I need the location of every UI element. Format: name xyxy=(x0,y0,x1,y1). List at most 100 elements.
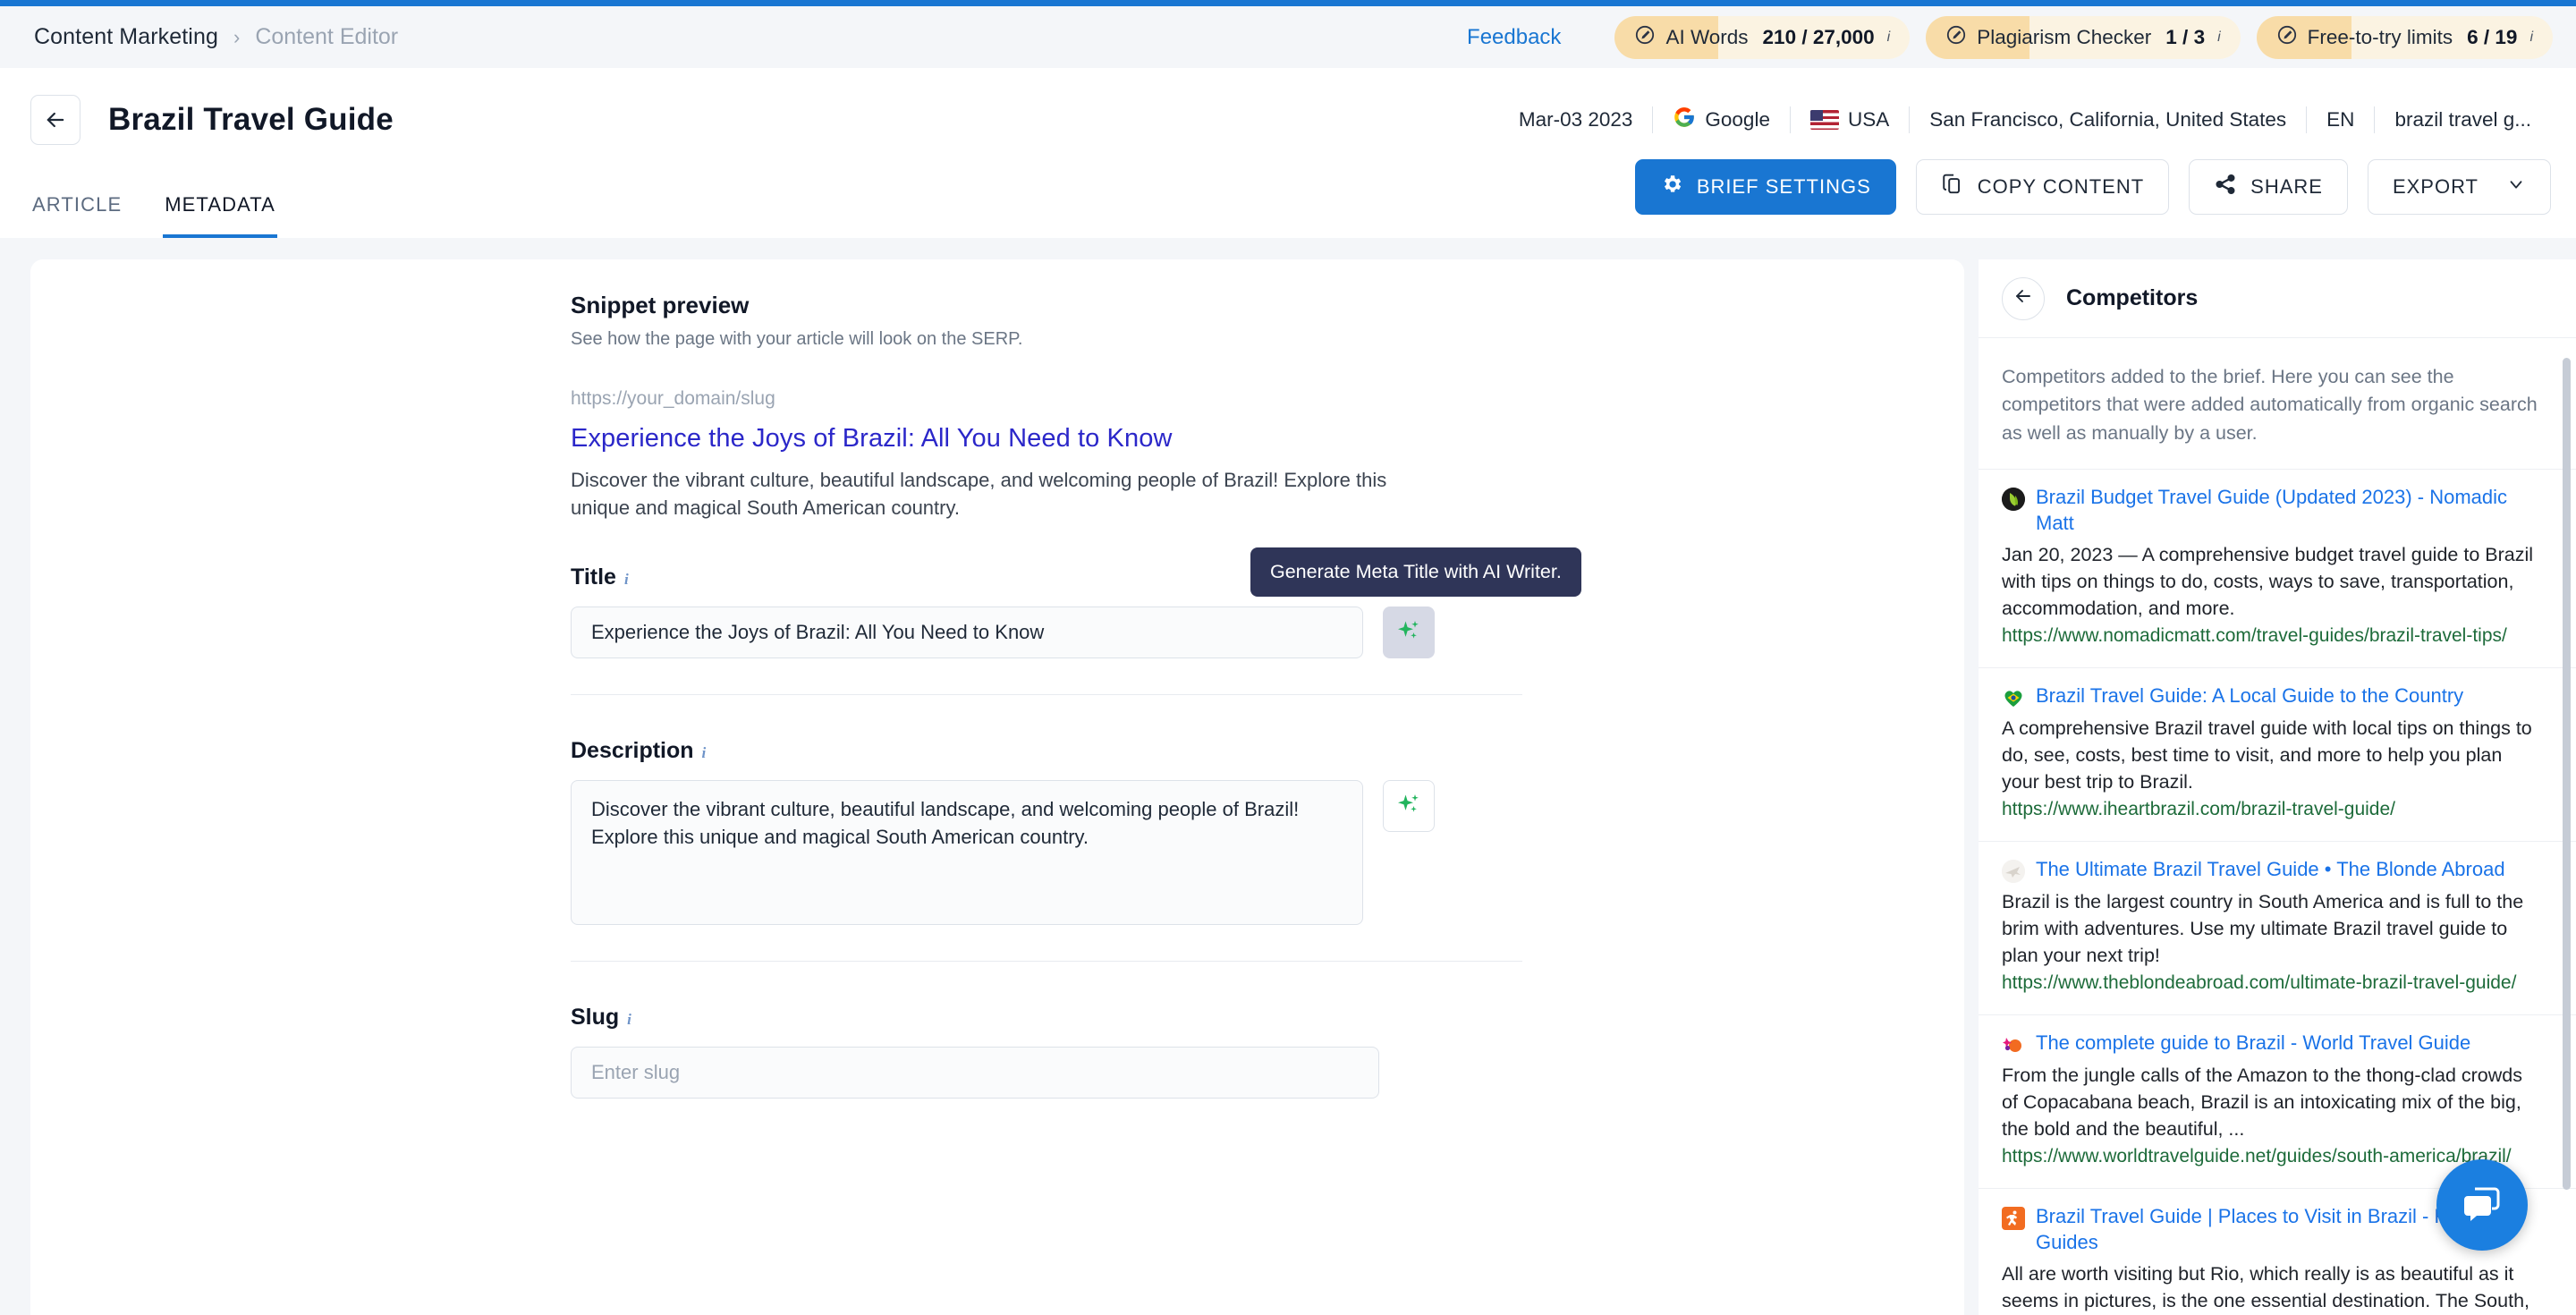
info-icon[interactable]: i xyxy=(2529,30,2533,46)
competitors-intro-text: Competitors added to the brief. Here you… xyxy=(2002,366,2538,444)
info-icon[interactable]: i xyxy=(627,1011,631,1029)
title-input[interactable] xyxy=(571,607,1363,659)
topbar-right-group: Feedback AI Words 210 / 27,000 i Plagiar… xyxy=(1467,15,2553,59)
ai-words-icon xyxy=(1634,24,1656,50)
tab-metadata[interactable]: METADATA xyxy=(163,193,277,238)
limit-badge-ai-words[interactable]: AI Words 210 / 27,000 i xyxy=(1614,15,1911,59)
meta-language[interactable]: EN xyxy=(2307,108,2374,132)
description-field-group: Description i xyxy=(571,738,1537,963)
share-icon xyxy=(2214,173,2237,201)
snippet-preview-section: Snippet preview See how the page with yo… xyxy=(571,292,1537,522)
info-icon[interactable]: i xyxy=(624,571,629,589)
gear-icon xyxy=(1660,173,1683,201)
share-label: SHARE xyxy=(2250,175,2323,198)
free-limits-icon xyxy=(2276,24,2298,50)
slug-label-text: Slug xyxy=(571,1005,620,1031)
header-tabs-row: ARTICLE METADATA BRIEF SETTINGS COPY CON… xyxy=(0,154,2576,238)
competitors-back-button[interactable] xyxy=(2002,276,2045,320)
nomadicmatt-favicon xyxy=(2002,488,2025,512)
usa-flag-icon xyxy=(1809,110,1839,130)
meta-country[interactable]: USA xyxy=(1791,108,1909,132)
description-textarea[interactable] xyxy=(571,780,1363,926)
info-icon[interactable]: i xyxy=(1887,30,1891,46)
generate-title-ai-button[interactable] xyxy=(1383,607,1435,659)
snippet-preview-url: https://your_domain/slug xyxy=(571,388,775,409)
info-icon[interactable]: i xyxy=(2217,30,2221,46)
breadcrumb-current: Content Editor xyxy=(255,24,399,49)
copy-icon xyxy=(1941,173,1964,201)
competitor-snippet: A comprehensive Brazil travel guide with… xyxy=(2002,717,2532,793)
share-button[interactable]: SHARE xyxy=(2189,159,2348,215)
roughguides-favicon xyxy=(2002,1206,2025,1230)
competitor-list-item[interactable]: The Ultimate Brazil Travel Guide • The B… xyxy=(1979,840,2576,1014)
sparkles-icon xyxy=(1394,616,1423,649)
arrow-left-icon xyxy=(43,107,68,132)
competitors-panel: Competitors Competitors added to the bri… xyxy=(1979,259,2576,1315)
competitors-scrollbar[interactable] xyxy=(2563,358,2571,1190)
snippet-preview-subheading: See how the page with your article will … xyxy=(571,329,1023,349)
export-label: EXPORT xyxy=(2392,175,2479,198)
competitors-panel-header: Competitors xyxy=(1979,259,2576,338)
meta-keyword[interactable]: brazil travel g... xyxy=(2375,108,2551,132)
breadcrumb-bar: Content Marketing › Content Editor Feedb… xyxy=(0,6,2576,68)
feedback-link[interactable]: Feedback xyxy=(1467,25,1561,50)
competitor-url[interactable]: https://www.theblondeabroad.com/ultimate… xyxy=(2002,971,2537,997)
competitor-snippet: Brazil is the largest country in South A… xyxy=(2002,890,2524,967)
competitor-list-item[interactable]: Brazil Travel Guide: A Local Guide to th… xyxy=(1979,667,2576,841)
limit-value: 6 / 19 xyxy=(2467,25,2518,48)
limit-value: 1 / 3 xyxy=(2165,25,2206,48)
sparkles-icon xyxy=(1394,790,1423,823)
competitor-title-link[interactable]: Brazil Budget Travel Guide (Updated 2023… xyxy=(2036,484,2537,536)
meta-search-engine[interactable]: Google xyxy=(1653,106,1790,134)
chat-support-button[interactable] xyxy=(2436,1159,2528,1251)
competitors-panel-title: Competitors xyxy=(2066,285,2199,310)
meta-search-engine-label: Google xyxy=(1705,108,1770,131)
competitor-title-link[interactable]: The complete guide to Brazil - World Tra… xyxy=(2036,1030,2470,1056)
top-accent-bar xyxy=(0,0,2576,6)
info-icon[interactable]: i xyxy=(702,744,707,762)
title-label-text: Title xyxy=(571,564,616,590)
export-button[interactable]: EXPORT xyxy=(2367,159,2551,215)
brief-settings-button[interactable]: BRIEF SETTINGS xyxy=(1634,159,1896,215)
tab-article[interactable]: ARTICLE xyxy=(30,193,123,238)
arrow-left-icon xyxy=(2012,285,2034,311)
competitor-url[interactable]: https://www.nomadicmatt.com/travel-guide… xyxy=(2002,624,2537,649)
header-title-row: Brazil Travel Guide Mar-03 2023 Google U… xyxy=(0,86,2576,154)
slug-field-group: Slug i xyxy=(571,1005,1537,1099)
slug-input-row xyxy=(571,1047,1537,1099)
page-header: Brazil Travel Guide Mar-03 2023 Google U… xyxy=(0,68,2576,238)
meta-location[interactable]: San Francisco, California, United States xyxy=(1910,108,2306,132)
breadcrumb-separator-icon: › xyxy=(233,25,241,48)
header-meta-strip: Mar-03 2023 Google USA San Francisco, Ca… xyxy=(1499,106,2551,134)
competitor-snippet: From the jungle calls of the Amazon to t… xyxy=(2002,1064,2523,1140)
snippet-preview-heading: Snippet preview xyxy=(571,292,750,318)
limit-badge-free-to-try[interactable]: Free-to-try limits 6 / 19 i xyxy=(2256,15,2553,59)
chevron-down-icon xyxy=(2506,174,2526,199)
slug-field-label: Slug i xyxy=(571,1005,1537,1031)
breadcrumb-parent[interactable]: Content Marketing xyxy=(34,24,218,50)
limit-badge-plagiarism-checker[interactable]: Plagiarism Checker 1 / 3 i xyxy=(1926,15,2241,59)
tab-list: ARTICLE METADATA xyxy=(30,154,317,238)
description-input-row xyxy=(571,780,1537,926)
slug-input[interactable] xyxy=(571,1047,1379,1099)
competitor-title-link[interactable]: Brazil Travel Guide: A Local Guide to th… xyxy=(2036,683,2463,708)
page-title: Brazil Travel Guide xyxy=(108,102,394,137)
competitor-url[interactable]: https://www.iheartbrazil.com/brazil-trav… xyxy=(2002,797,2537,823)
generate-description-ai-button[interactable] xyxy=(1383,780,1435,833)
competitor-title-link[interactable]: The Ultimate Brazil Travel Guide • The B… xyxy=(2036,856,2505,882)
chat-bubble-icon xyxy=(2459,1180,2505,1231)
metadata-form-card: Snippet preview See how the page with yo… xyxy=(30,259,1964,1315)
meta-country-label: USA xyxy=(1847,108,1890,131)
limit-label: AI Words xyxy=(1665,25,1749,48)
competitor-list-item[interactable]: Brazil Budget Travel Guide (Updated 2023… xyxy=(1979,469,2576,667)
meta-date: Mar-03 2023 xyxy=(1518,108,1633,131)
header-actions: BRIEF SETTINGS COPY CONTENT SHARE EXPORT xyxy=(1634,159,2551,215)
snippet-preview-title[interactable]: Experience the Joys of Brazil: All You N… xyxy=(571,424,1537,454)
blondeabroad-favicon xyxy=(2002,859,2025,883)
snippet-preview-description: Discover the vibrant culture, beautiful … xyxy=(571,469,1387,520)
field-divider xyxy=(571,694,1522,696)
competitor-snippet: All are worth visiting but Rio, which re… xyxy=(2002,1262,2530,1311)
description-label-text: Description xyxy=(571,738,694,764)
back-button[interactable] xyxy=(30,95,80,145)
copy-content-button[interactable]: COPY CONTENT xyxy=(1915,159,2170,215)
